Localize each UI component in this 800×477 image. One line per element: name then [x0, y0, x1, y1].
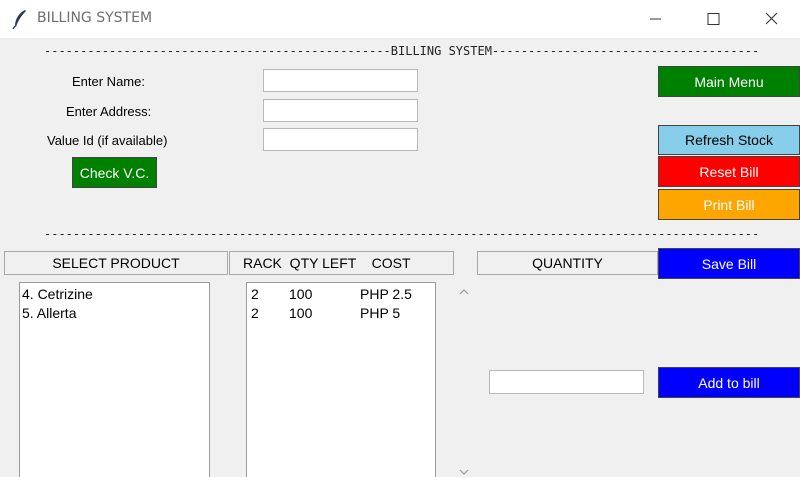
cost-cell: PHP 2.5 [360, 286, 412, 302]
feather-icon [12, 10, 26, 29]
rack-cell: 2 [251, 286, 259, 302]
name-label: Enter Name: [72, 74, 145, 89]
main-menu-button[interactable]: Main Menu [658, 66, 800, 97]
print-bill-button[interactable]: Print Bill [658, 189, 800, 220]
cost-cell: PHP 5 [360, 305, 401, 321]
address-label: Enter Address: [66, 104, 152, 119]
billing-system-divider: ----------------------------------------… [44, 44, 760, 58]
list-item[interactable]: 4. Cetrizine [22, 285, 209, 304]
refresh-stock-button[interactable]: Refresh Stock [658, 125, 800, 155]
scroll-down-icon[interactable] [457, 466, 471, 477]
scroll-up-icon[interactable] [457, 286, 471, 298]
rack-qty-cost-header: RACK QTY LEFT COST [229, 251, 454, 275]
title-bar: BILLING SYSTEM [0, 0, 800, 38]
maximize-icon [707, 13, 720, 25]
address-input[interactable] [263, 99, 418, 122]
select-product-header: SELECT PRODUCT [4, 251, 228, 275]
name-input[interactable] [263, 69, 418, 92]
maximize-button[interactable] [690, 0, 736, 38]
rack-cell: 2 [251, 305, 259, 321]
qty-left-cell: 100 [289, 286, 313, 302]
value-id-label: Value Id (if available) [47, 133, 168, 148]
table-row: 2 100 PHP 2.5 [251, 285, 435, 304]
check-vc-button[interactable]: Check V.C. [72, 157, 157, 188]
qty-left-cell: 100 [289, 305, 313, 321]
section-divider: ----------------------------------------… [44, 227, 760, 241]
quantity-header: QUANTITY [477, 251, 658, 275]
value-id-input[interactable] [263, 128, 418, 151]
minimize-button[interactable] [632, 0, 678, 38]
close-button[interactable] [748, 0, 794, 38]
save-bill-button[interactable]: Save Bill [658, 248, 800, 279]
window-title: BILLING SYSTEM [37, 10, 153, 26]
add-to-bill-button[interactable]: Add to bill [658, 367, 800, 398]
list-item[interactable]: 5. Allerta [22, 304, 209, 323]
product-listbox[interactable]: 4. Cetrizine 5. Allerta [19, 282, 210, 477]
stock-listbox[interactable]: 2 100 PHP 2.5 2 100 PHP 5 [246, 282, 436, 477]
reset-bill-button[interactable]: Reset Bill [658, 156, 800, 187]
close-icon [765, 12, 778, 25]
minimize-icon [650, 18, 661, 20]
billing-window: BILLING SYSTEM -------------------------… [0, 0, 800, 477]
quantity-input[interactable] [489, 370, 644, 394]
table-row: 2 100 PHP 5 [251, 304, 435, 323]
